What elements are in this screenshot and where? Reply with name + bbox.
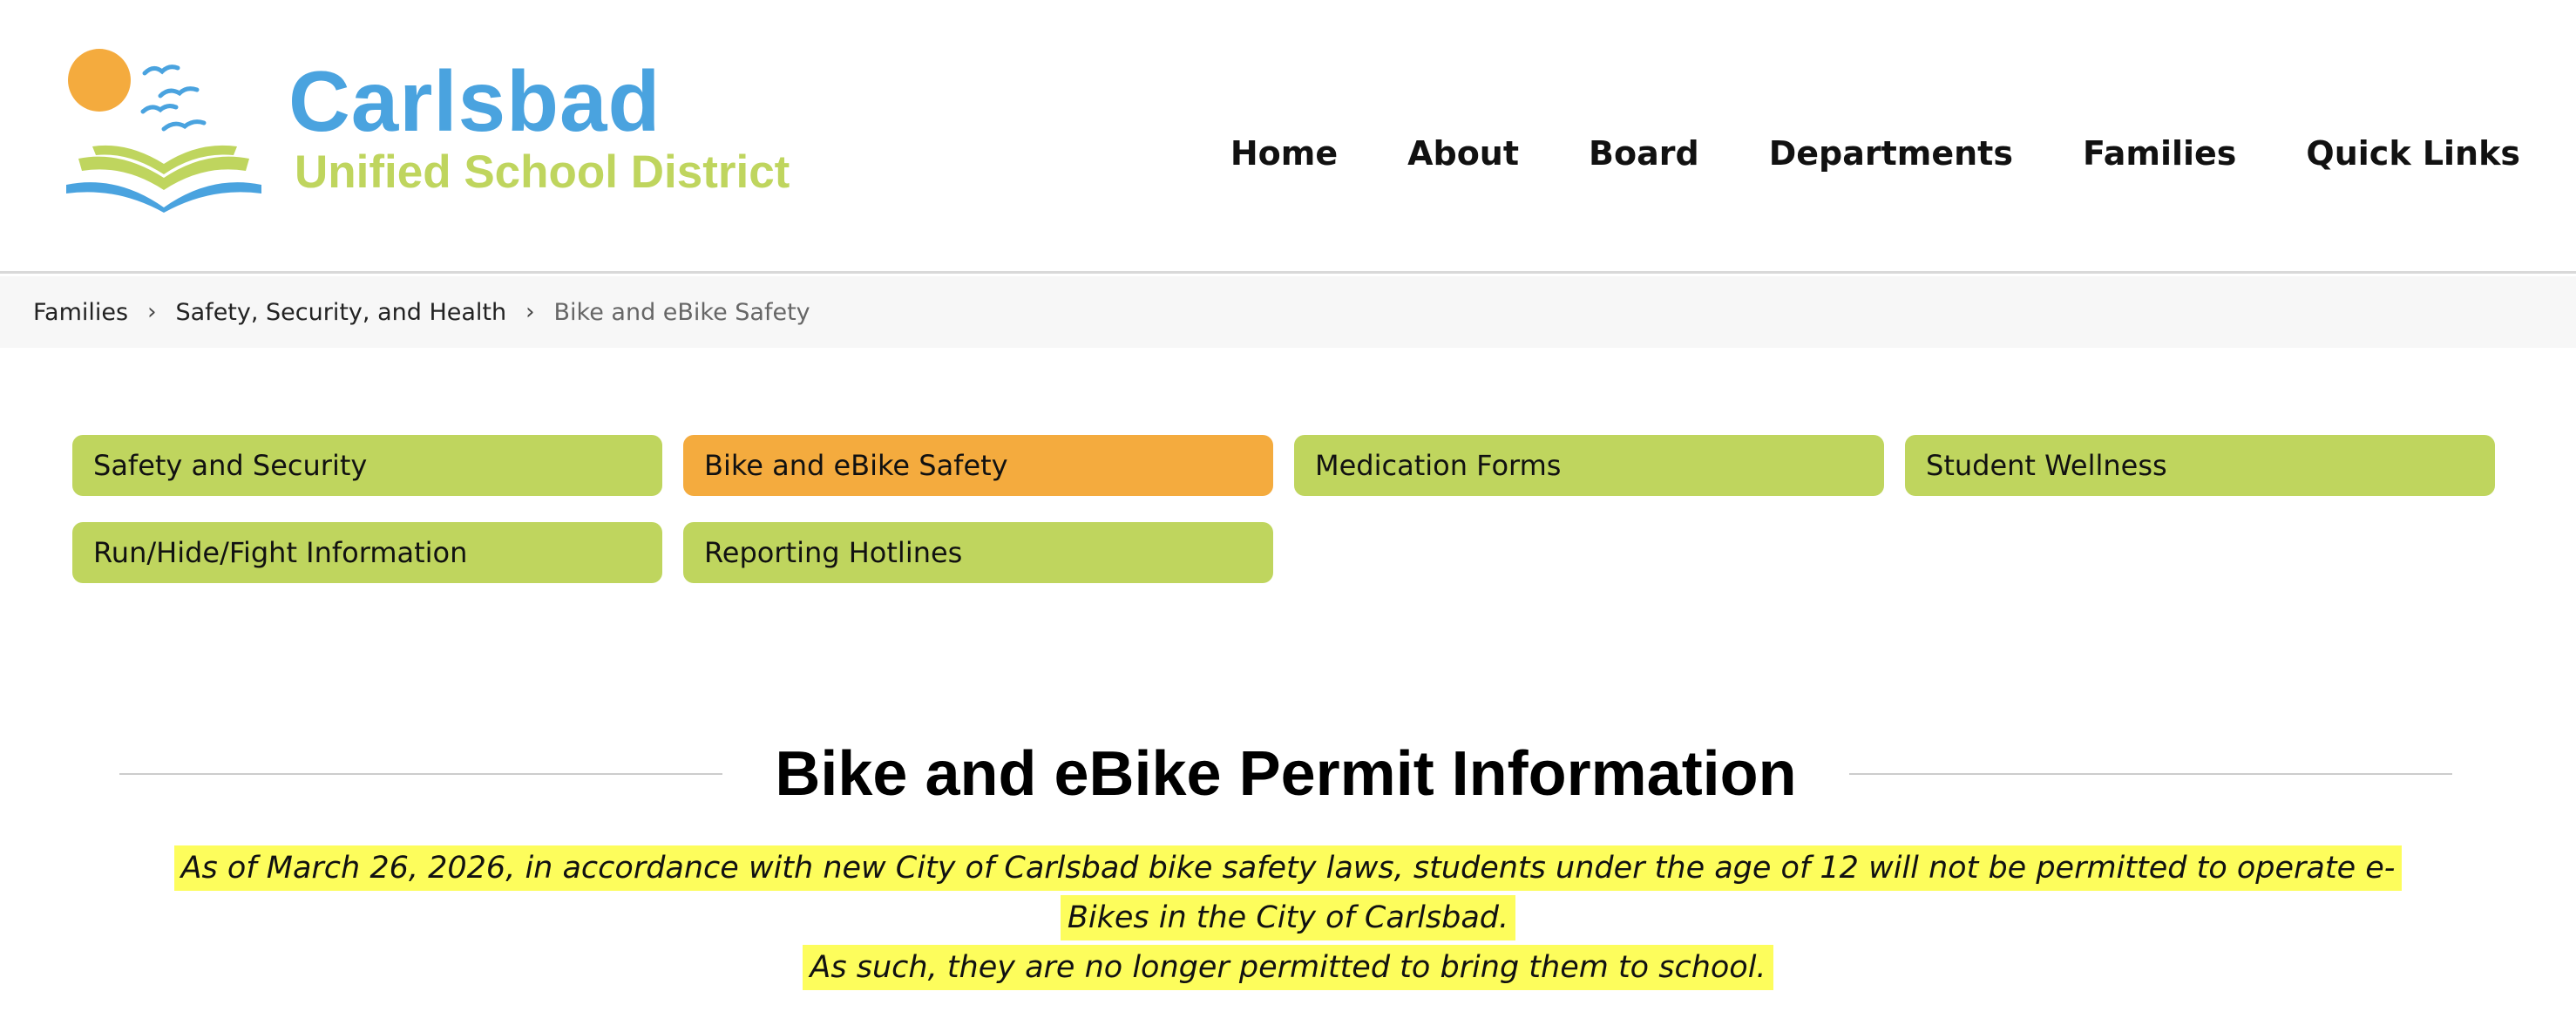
- page-heading-wrap: Bike and eBike Permit Information: [119, 730, 2453, 818]
- sun-book-birds-logo-icon: [66, 49, 261, 213]
- chevron-right-icon: ›: [147, 299, 157, 325]
- logo-subtitle: Unified School District: [295, 146, 790, 198]
- chevron-right-icon: ›: [525, 299, 535, 325]
- subnav-tile-run-hide-fight[interactable]: Run/Hide/Fight Information: [72, 522, 662, 583]
- page-title: Bike and eBike Permit Information: [775, 739, 1797, 809]
- heading-divider-right: [1848, 773, 2453, 775]
- section-subnav: Safety and Security Bike and eBike Safet…: [72, 435, 2498, 583]
- subnav-tile-student-wellness[interactable]: Student Wellness: [1905, 435, 2495, 496]
- notice-line-2: As such, they are no longer permitted to…: [803, 945, 1773, 990]
- breadcrumb-current: Bike and eBike Safety: [553, 298, 810, 326]
- ebike-notice: As of March 26, 2026, in accordance with…: [139, 844, 2437, 993]
- nav-item-quick-links[interactable]: Quick Links: [2306, 129, 2520, 178]
- nav-item-home[interactable]: Home: [1230, 129, 1338, 178]
- nav-item-departments[interactable]: Departments: [1769, 129, 2013, 178]
- subnav-tile-bike-and-ebike-safety[interactable]: Bike and eBike Safety: [683, 435, 1273, 496]
- subnav-tile-medication-forms[interactable]: Medication Forms: [1294, 435, 1884, 496]
- nav-item-board[interactable]: Board: [1589, 129, 1699, 178]
- subnav-tile-safety-and-security[interactable]: Safety and Security: [72, 435, 662, 496]
- district-logo[interactable]: Carlsbad Unified School District: [66, 47, 798, 213]
- breadcrumb-item-safety-security-health[interactable]: Safety, Security, and Health: [176, 299, 507, 326]
- nav-item-families[interactable]: Families: [2083, 129, 2236, 178]
- breadcrumb-item-families[interactable]: Families: [33, 299, 128, 326]
- notice-line-1: As of March 26, 2026, in accordance with…: [173, 845, 2403, 940]
- subnav-tile-reporting-hotlines[interactable]: Reporting Hotlines: [683, 522, 1273, 583]
- site-header: Carlsbad Unified School District Home Ab…: [0, 0, 2576, 274]
- main-nav: Home About Board Departments Families Qu…: [1161, 129, 2520, 178]
- logo-title: Carlsbad: [288, 53, 661, 149]
- heading-divider-left: [119, 773, 723, 775]
- breadcrumb: Families › Safety, Security, and Health …: [0, 276, 2576, 348]
- nav-item-about[interactable]: About: [1407, 129, 1519, 178]
